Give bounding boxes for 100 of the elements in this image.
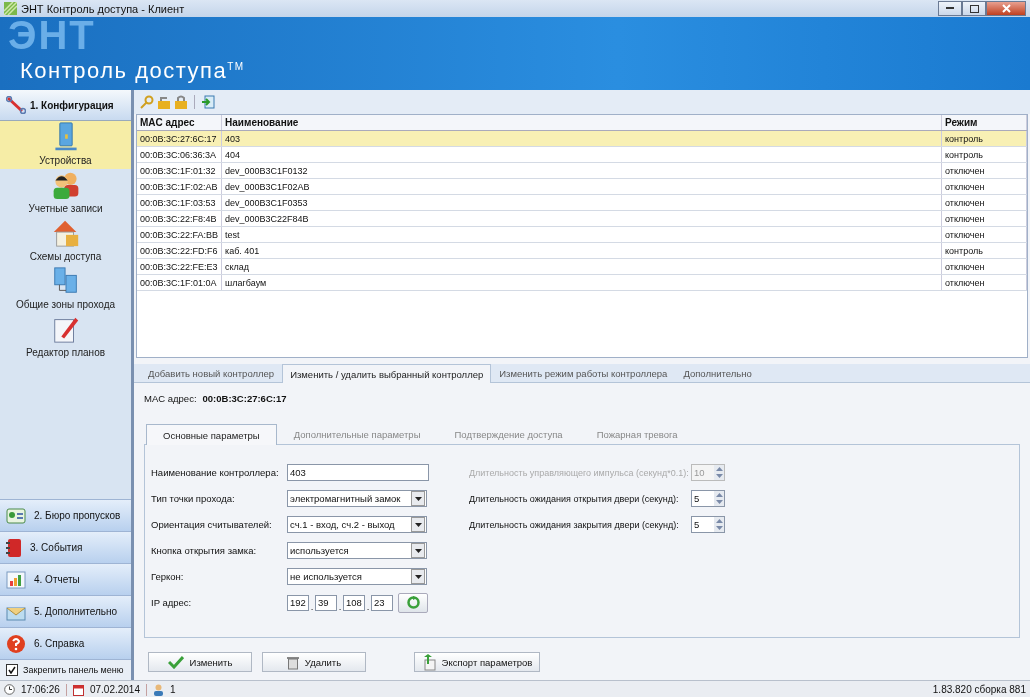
field-label: Тип точки прохода: (151, 493, 236, 504)
ip-octet-field[interactable]: 23 (371, 594, 393, 611)
status-time: 17:06:26 (21, 684, 60, 695)
sidebar-header-label: 1. Конфигурация (30, 99, 114, 111)
lock-icon[interactable] (157, 95, 171, 109)
table-cell: отключен (941, 162, 1027, 179)
sidebar-header[interactable]: 1. Конфигурация (0, 90, 131, 121)
table-row[interactable]: 00:0B:3C:22:FE:E3 склад отключен (137, 258, 1027, 275)
id-card-icon (6, 507, 26, 524)
nav-section[interactable]: 6. Справка (0, 627, 131, 659)
tab[interactable]: Добавить новый контроллер (140, 364, 283, 382)
table-row[interactable]: 00:0B:3C:1F:01:0A шлагбаум отключен (137, 274, 1027, 291)
lock-icon[interactable] (174, 95, 188, 109)
field-label: Геркон: (151, 571, 185, 582)
nav-section[interactable]: 3. События (0, 531, 131, 563)
user-icon (153, 683, 164, 696)
table-cell: dev_000B3C1F0132 (221, 162, 942, 179)
table-row[interactable]: 00:0B:3C:22:FD:F6 каб. 401 контроль (137, 242, 1027, 259)
ip-octet-field[interactable]: 192 (287, 594, 309, 611)
action-button[interactable]: Удалить (262, 652, 366, 672)
dropdown[interactable]: не используется (287, 568, 427, 585)
app-logo-icon (4, 2, 17, 15)
table-cell: 00:0B:3C:22:F8:4B (137, 210, 222, 227)
table-cell: 00:0B:3C:1F:03:53 (137, 194, 222, 211)
ip-octet-field[interactable]: 39 (315, 594, 337, 611)
field-label: Длительность управляющего импульса (секунд*0.1): (469, 467, 690, 478)
dropdown[interactable]: сч.1 - вход, сч.2 - выход (287, 516, 427, 533)
tab[interactable]: Основные параметры (146, 424, 277, 445)
sidebar-item[interactable]: Схемы доступа (0, 217, 131, 265)
checkmark-icon (167, 655, 184, 669)
import-icon[interactable] (201, 95, 215, 109)
table-cell: отключен (941, 210, 1027, 227)
field-label: Кнопка открытия замка: (151, 545, 258, 556)
notebook-icon (6, 537, 22, 558)
maximize-icon (969, 4, 979, 13)
document-arrow-up-icon (421, 653, 436, 671)
table-cell: отключен (941, 194, 1027, 211)
table-cell: 00:0B:3C:1F:01:32 (137, 162, 222, 179)
table-row[interactable]: 00:0B:3C:1F:02:AB dev_000B3C1F02AB отключен (137, 178, 1027, 195)
field-label: Длительность ожидания закрытия двери (секунд): (469, 519, 680, 530)
column-header[interactable]: MAC адрес (137, 115, 222, 131)
dropdown[interactable]: электромагнитный замок (287, 490, 427, 507)
window-title: ЭНТ Контроль доступа - Клиент (21, 2, 185, 15)
table-cell: контроль (941, 146, 1027, 163)
field-label: Наименование контроллера: (151, 467, 280, 478)
tab[interactable]: Изменить / удалить выбранный контроллер (282, 364, 492, 383)
ip-separator: . (309, 601, 315, 612)
table-cell: отключен (941, 226, 1027, 243)
table-cell: контроль (941, 242, 1027, 259)
table-row[interactable]: 00:0B:3C:22:F8:4B dev_000B3C22F84B отключен (137, 210, 1027, 227)
table-cell: 00:0B:3C:1F:01:0A (137, 274, 222, 291)
table-row[interactable]: 00:0B:3C:1F:03:53 dev_000B3C1F0353 отключен (137, 194, 1027, 211)
nav-section[interactable]: 2. Бюро пропусков (0, 499, 131, 531)
column-header[interactable]: Режим (941, 115, 1027, 131)
tab[interactable]: Дополнительно (675, 364, 760, 382)
ip-separator: . (337, 601, 343, 612)
maximize-button[interactable] (962, 1, 986, 16)
column-header[interactable]: Наименование (221, 115, 942, 131)
trash-icon (286, 654, 299, 670)
field-label: Длительность ожидания открытия двери (секунд): (469, 493, 680, 504)
input-field[interactable]: 403 (287, 464, 429, 481)
table-cell: склад (221, 258, 942, 275)
table-row[interactable]: 00:0B:3C:22:FA:BB test отключен (137, 226, 1027, 243)
checkbox-label: Закрепить панель меню (23, 665, 124, 675)
ip-octet-field[interactable]: 108 (343, 594, 365, 611)
table-row[interactable]: 00:0B:3C:27:6C:17 403 контроль (137, 130, 1027, 147)
table-cell: шлагбаум (221, 274, 942, 291)
table-cell: dev_000B3C1F0353 (221, 194, 942, 211)
sidebar-item[interactable]: Редактор планов (0, 313, 131, 361)
table-cell: отключен (941, 178, 1027, 195)
number-spinner[interactable]: 5 (691, 490, 725, 507)
key-icon[interactable] (140, 95, 154, 109)
minimize-button[interactable] (938, 1, 962, 16)
mac-value: 00:0B:3C:27:6C:17 (202, 393, 287, 404)
table-cell: отключен (941, 258, 1027, 275)
refresh-button[interactable] (398, 592, 428, 613)
caret-icon (414, 548, 422, 553)
checkbox[interactable] (6, 664, 18, 676)
tab[interactable]: Изменить режим работы контроллера (491, 364, 676, 382)
sidebar-item[interactable]: Общие зоны прохода (0, 265, 131, 313)
caret-icon (414, 522, 422, 527)
table-row[interactable]: 00:0B:3C:06:36:3A 404 контроль (137, 146, 1027, 163)
action-button[interactable]: Экспорт параметров (414, 652, 540, 672)
banner-watermark: ЭНТ (8, 17, 96, 54)
nav-section[interactable]: 4. Отчеты (0, 563, 131, 595)
table-cell: 404 (221, 146, 942, 163)
minimize-icon (946, 7, 954, 10)
table-cell: dev_000B3C1F02AB (221, 178, 942, 195)
number-spinner[interactable]: 5 (691, 516, 725, 533)
refresh-icon (406, 596, 420, 609)
field-label: IP адрес: (151, 597, 193, 608)
dropdown[interactable]: используется (287, 542, 427, 559)
sidebar-item[interactable]: Устройства (0, 121, 131, 169)
table-cell: 00:0B:3C:22:FD:F6 (137, 242, 222, 259)
close-button[interactable] (986, 1, 1026, 16)
caret-icon (414, 574, 422, 579)
action-button[interactable]: Изменить (148, 652, 252, 672)
table-row[interactable]: 00:0B:3C:1F:01:32 dev_000B3C1F0132 отключен (137, 162, 1027, 179)
sidebar-item[interactable]: Учетные записи (0, 169, 131, 217)
nav-section[interactable]: 5. Дополнительно (0, 595, 131, 627)
